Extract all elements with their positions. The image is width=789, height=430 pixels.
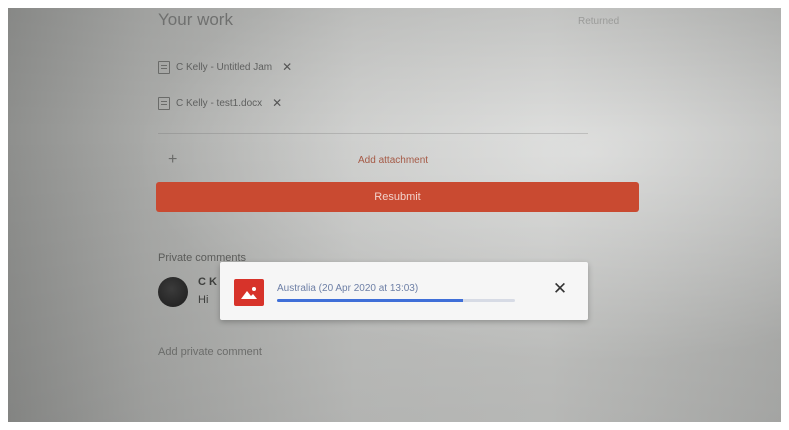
close-icon[interactable]: ✕ bbox=[550, 279, 570, 299]
attachment-chip[interactable]: C Kelly - Untitled Jam ✕ bbox=[158, 54, 326, 80]
lighting-overlay bbox=[8, 8, 781, 422]
image-file-icon bbox=[234, 279, 264, 306]
attachment-name: C Kelly - Untitled Jam bbox=[176, 61, 273, 73]
add-attachment-button[interactable]: + Add attachment bbox=[158, 148, 588, 172]
remove-attachment-icon[interactable]: ✕ bbox=[282, 60, 292, 74]
upload-toast: Australia (20 Apr 2020 at 13:03) ✕ bbox=[220, 262, 588, 320]
resubmit-button[interactable]: Resubmit bbox=[156, 182, 639, 212]
remove-attachment-icon[interactable]: ✕ bbox=[272, 96, 282, 110]
upload-file-name: Australia (20 Apr 2020 at 13:03) bbox=[277, 283, 419, 294]
plus-icon: + bbox=[168, 151, 178, 168]
document-icon bbox=[158, 60, 170, 74]
attachment-name: C Kelly - test1.docx bbox=[176, 97, 263, 109]
upload-progress-fill bbox=[277, 299, 463, 302]
divider bbox=[158, 133, 588, 134]
upload-progress-bar bbox=[277, 299, 515, 302]
attachment-chip[interactable]: C Kelly - test1.docx ✕ bbox=[158, 90, 326, 116]
add-attachment-label: Add attachment bbox=[358, 154, 429, 166]
add-private-comment-input[interactable]: Add private comment bbox=[158, 346, 262, 358]
document-icon bbox=[158, 96, 170, 110]
comment-text: Hi bbox=[198, 294, 209, 306]
avatar bbox=[158, 277, 188, 307]
photo-frame: Your work Returned C Kelly - Untitled Ja… bbox=[8, 8, 781, 422]
your-work-title: Your work bbox=[158, 10, 233, 29]
status-badge: Returned bbox=[578, 16, 620, 27]
comment-author: C K bbox=[198, 276, 217, 288]
